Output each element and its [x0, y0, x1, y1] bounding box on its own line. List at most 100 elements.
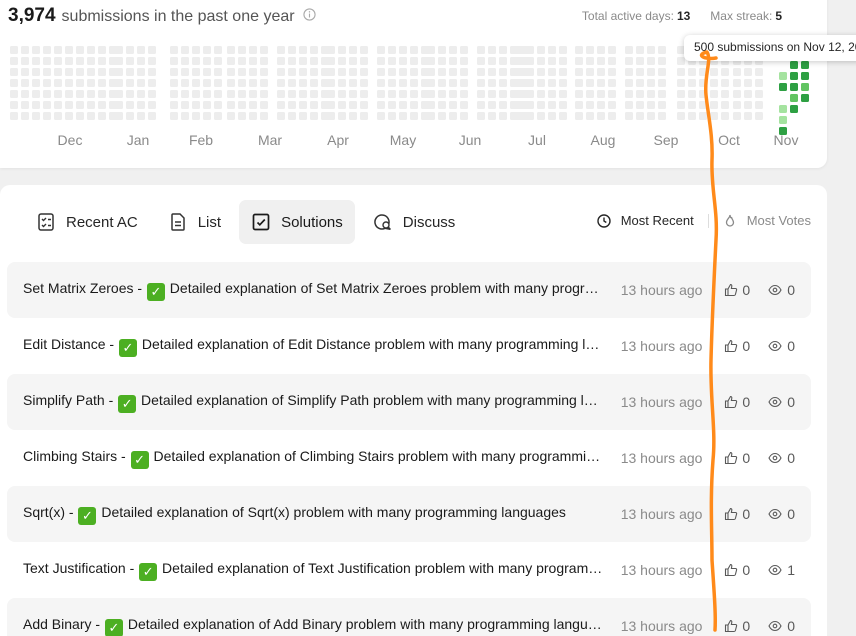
tab-solutions[interactable]: Solutions	[239, 200, 355, 244]
heatmap-cell[interactable]	[515, 57, 523, 65]
heatmap-cell[interactable]	[43, 68, 51, 76]
heatmap-cell[interactable]	[377, 90, 385, 98]
heatmap-cell[interactable]	[733, 68, 741, 76]
heatmap-cell[interactable]	[548, 112, 556, 120]
heatmap-cell[interactable]	[460, 57, 468, 65]
heatmap-cell-active[interactable]	[779, 72, 787, 80]
heatmap-cell[interactable]	[438, 101, 446, 109]
heatmap-cell[interactable]	[744, 79, 752, 87]
heatmap-cell[interactable]	[349, 46, 357, 54]
heatmap-cell[interactable]	[76, 112, 84, 120]
heatmap-cell[interactable]	[647, 79, 655, 87]
heatmap-cell-active[interactable]	[779, 105, 787, 113]
heatmap-cell[interactable]	[499, 79, 507, 87]
heatmap-cell[interactable]	[192, 57, 200, 65]
heatmap-cell[interactable]	[192, 68, 200, 76]
heatmap-cell[interactable]	[526, 79, 534, 87]
heatmap-cell[interactable]	[65, 79, 73, 87]
heatmap-cell[interactable]	[214, 112, 222, 120]
heatmap-cell[interactable]	[43, 79, 51, 87]
heatmap-cell[interactable]	[10, 57, 18, 65]
heatmap-cell[interactable]	[688, 101, 696, 109]
heatmap-cell[interactable]	[658, 46, 666, 54]
heatmap-cell[interactable]	[559, 101, 567, 109]
heatmap-cell[interactable]	[203, 68, 211, 76]
heatmap-cell[interactable]	[87, 90, 95, 98]
solution-title[interactable]: Text Justification - ✓ Detailed explanat…	[23, 560, 605, 581]
heatmap-cell[interactable]	[388, 112, 396, 120]
heatmap-cell[interactable]	[299, 79, 307, 87]
heatmap-cell[interactable]	[410, 68, 418, 76]
heatmap-cell[interactable]	[647, 112, 655, 120]
heatmap-cell[interactable]	[658, 90, 666, 98]
heatmap-cell[interactable]	[21, 46, 29, 54]
heatmap-cell[interactable]	[625, 46, 633, 54]
heatmap-cell[interactable]	[559, 68, 567, 76]
heatmap-cell[interactable]	[203, 112, 211, 120]
heatmap-cell[interactable]	[575, 57, 583, 65]
heatmap-cell[interactable]	[744, 112, 752, 120]
heatmap-cell-active[interactable]	[790, 83, 798, 91]
heatmap-cell[interactable]	[98, 79, 106, 87]
solution-row[interactable]: Add Binary - ✓ Detailed explanation of A…	[7, 598, 811, 636]
heatmap-cell[interactable]	[449, 79, 457, 87]
heatmap-cell[interactable]	[733, 79, 741, 87]
heatmap-cell[interactable]	[126, 90, 134, 98]
heatmap-cell[interactable]	[586, 101, 594, 109]
heatmap-cell[interactable]	[310, 101, 318, 109]
heatmap-cell[interactable]	[477, 101, 485, 109]
heatmap-cell[interactable]	[597, 79, 605, 87]
heatmap-cell[interactable]	[170, 79, 178, 87]
heatmap-cell[interactable]	[32, 90, 40, 98]
sort-most-recent[interactable]: Most Recent	[597, 213, 694, 228]
heatmap-cell[interactable]	[636, 46, 644, 54]
heatmap-cell[interactable]	[537, 90, 545, 98]
heatmap-cell[interactable]	[327, 68, 335, 76]
heatmap-cell-active[interactable]	[779, 83, 787, 91]
heatmap-cell[interactable]	[438, 90, 446, 98]
heatmap-cell[interactable]	[526, 90, 534, 98]
heatmap-cell[interactable]	[238, 112, 246, 120]
heatmap-cell[interactable]	[115, 46, 123, 54]
heatmap-cell[interactable]	[377, 68, 385, 76]
heatmap-cell[interactable]	[238, 79, 246, 87]
solution-votes[interactable]: 0	[724, 394, 762, 410]
heatmap-cell[interactable]	[625, 90, 633, 98]
heatmap-cell[interactable]	[548, 90, 556, 98]
heatmap-cell[interactable]	[515, 79, 523, 87]
tab-discuss[interactable]: Discuss	[361, 200, 468, 244]
heatmap-cell[interactable]	[548, 101, 556, 109]
heatmap-cell[interactable]	[299, 57, 307, 65]
heatmap-cell[interactable]	[699, 101, 707, 109]
heatmap-cell[interactable]	[477, 46, 485, 54]
heatmap-cell[interactable]	[688, 112, 696, 120]
heatmap-cell[interactable]	[744, 90, 752, 98]
heatmap-cell[interactable]	[327, 90, 335, 98]
solution-row[interactable]: Sqrt(x) - ✓ Detailed explanation of Sqrt…	[7, 486, 811, 542]
heatmap-cell[interactable]	[608, 112, 616, 120]
heatmap-cell[interactable]	[148, 101, 156, 109]
heatmap-cell[interactable]	[360, 112, 368, 120]
heatmap-cell[interactable]	[115, 90, 123, 98]
heatmap-cell[interactable]	[427, 112, 435, 120]
heatmap-cell[interactable]	[115, 112, 123, 120]
heatmap-cell[interactable]	[277, 101, 285, 109]
heatmap-cell[interactable]	[54, 90, 62, 98]
heatmap-cell[interactable]	[438, 112, 446, 120]
heatmap-cell[interactable]	[586, 46, 594, 54]
heatmap-cell[interactable]	[449, 112, 457, 120]
solution-row[interactable]: Edit Distance - ✓ Detailed explanation o…	[7, 318, 811, 374]
heatmap-cell[interactable]	[249, 101, 257, 109]
heatmap-cell[interactable]	[360, 57, 368, 65]
heatmap-cell[interactable]	[87, 101, 95, 109]
heatmap-cell[interactable]	[349, 90, 357, 98]
heatmap-cell[interactable]	[499, 112, 507, 120]
heatmap-cell[interactable]	[192, 101, 200, 109]
heatmap-cell[interactable]	[559, 112, 567, 120]
heatmap-cell[interactable]	[277, 68, 285, 76]
heatmap-cell[interactable]	[710, 112, 718, 120]
heatmap-cell[interactable]	[87, 68, 95, 76]
heatmap-cell[interactable]	[586, 57, 594, 65]
heatmap-cell[interactable]	[277, 46, 285, 54]
heatmap-cell[interactable]	[658, 68, 666, 76]
